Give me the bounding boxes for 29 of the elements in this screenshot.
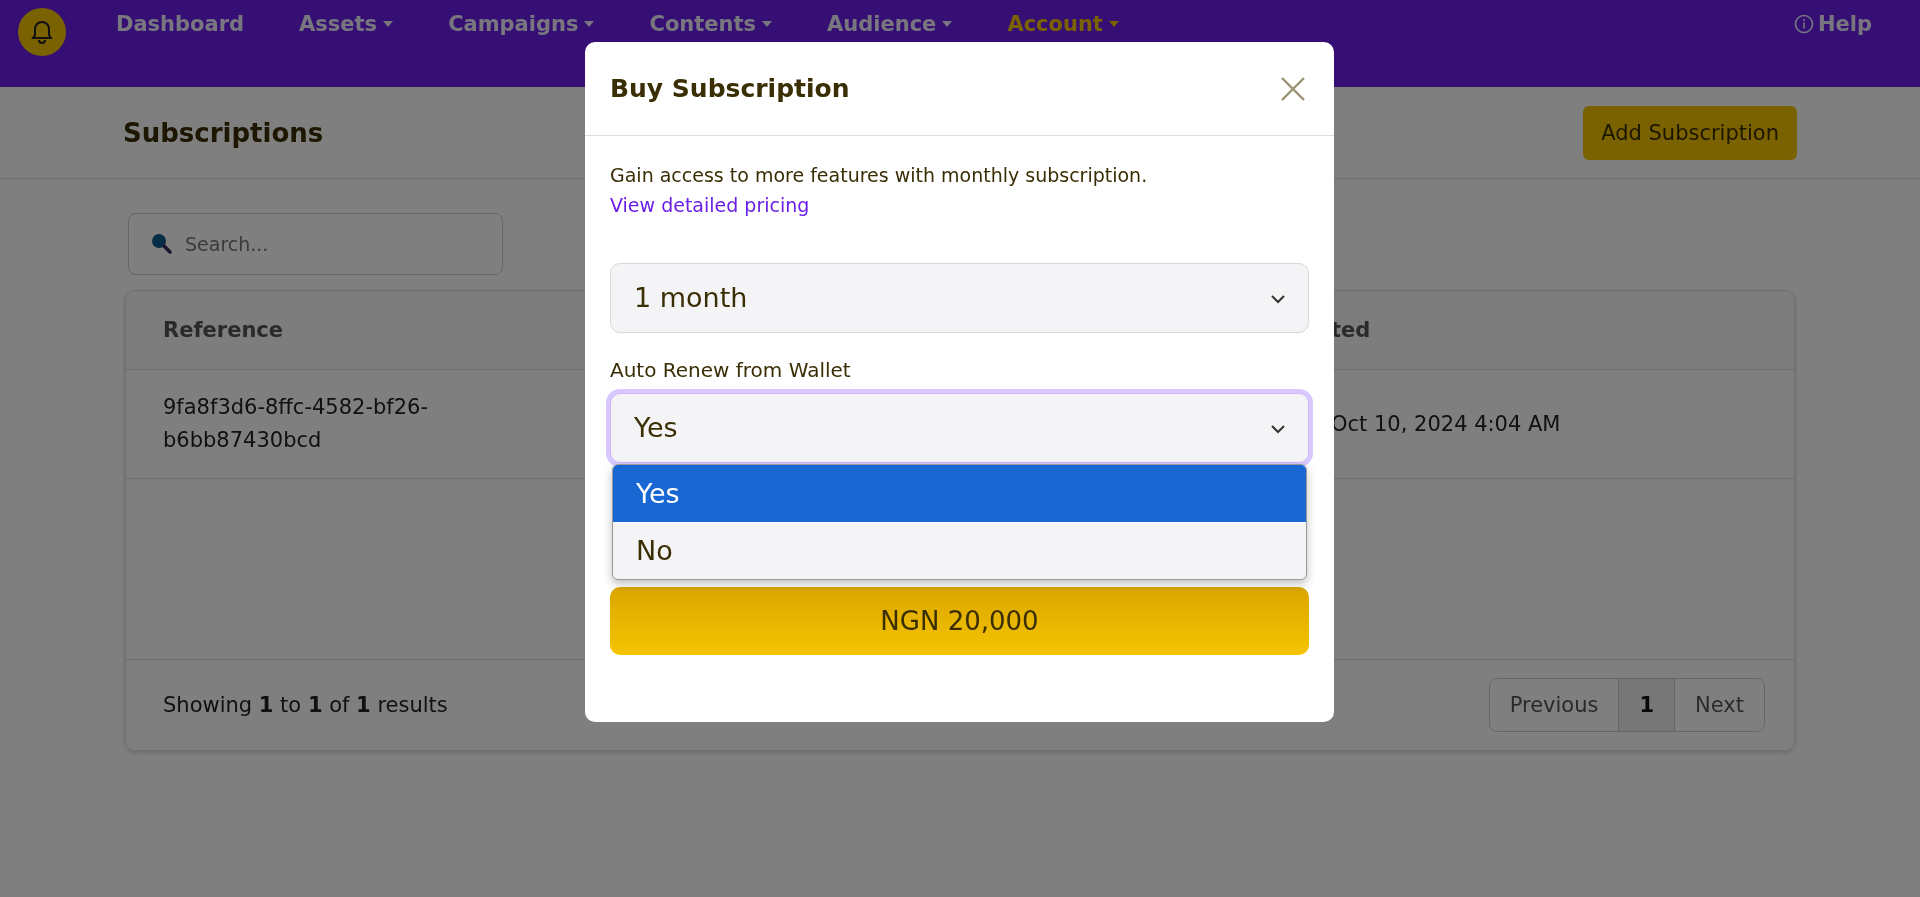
bell-icon[interactable] bbox=[18, 8, 66, 56]
search-icon bbox=[150, 232, 174, 256]
page-title: Subscriptions bbox=[123, 117, 324, 148]
page-button[interactable]: Next bbox=[1674, 679, 1764, 731]
nav-item[interactable]: Contents bbox=[649, 12, 773, 36]
nav-item[interactable]: Campaigns bbox=[448, 12, 595, 36]
nav-item[interactable]: Account bbox=[1007, 12, 1119, 36]
pay-button[interactable]: NGN 20,000 bbox=[610, 586, 1309, 655]
info-icon bbox=[1793, 14, 1814, 34]
add-subscription-button[interactable]: Add Subscription bbox=[1583, 105, 1797, 160]
page-button[interactable]: 1 bbox=[1618, 679, 1675, 731]
nav-item[interactable]: Assets bbox=[299, 12, 394, 36]
intro-text: Gain access to more features with monthly subscription. bbox=[610, 163, 1149, 188]
chevron-down-icon bbox=[1270, 293, 1286, 304]
dropdown-option[interactable]: No bbox=[613, 521, 1306, 579]
dropdown-option[interactable]: Yes bbox=[613, 464, 1306, 522]
table-cell-text: 9fa8f3d6-8ffc-4582-bf26-b6bb87430bcd bbox=[162, 394, 429, 454]
nav-item[interactable]: Audience bbox=[827, 12, 953, 36]
nav-item[interactable]: Dashboard bbox=[116, 12, 245, 36]
results-summary: Showing 1 to 1 of 1 results bbox=[163, 693, 448, 717]
column-header: Reference bbox=[162, 318, 285, 342]
modal-title: Buy Subscription bbox=[610, 74, 850, 103]
pricing-link[interactable]: View detailed pricing bbox=[610, 190, 810, 221]
chevron-down-icon bbox=[1270, 423, 1286, 434]
close-icon[interactable] bbox=[1280, 75, 1306, 102]
duration-select[interactable]: 1 month bbox=[610, 262, 1309, 333]
field-label: Auto Renew from Wallet bbox=[610, 357, 852, 382]
help-link[interactable]: Help bbox=[1793, 12, 1872, 36]
search-field[interactable]: Search... bbox=[128, 213, 503, 275]
